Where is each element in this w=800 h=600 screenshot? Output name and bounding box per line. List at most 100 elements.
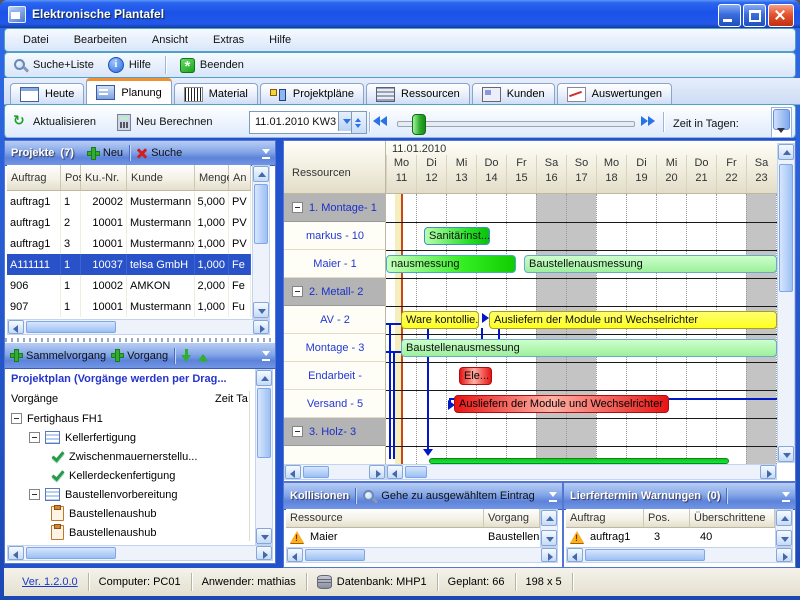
column-header-pos[interactable]: Pos (61, 165, 81, 191)
column-header-ueberschrittene[interactable]: Überschrittene (690, 509, 775, 528)
table-row[interactable]: auftrag1210001Mustermann1,000PV (7, 212, 251, 233)
scroll-down-icon[interactable] (256, 528, 272, 544)
column-header-kunde[interactable]: Kunde (127, 165, 195, 191)
gantt-bar-sanit-rinst[interactable]: Sanitärinst... (424, 227, 490, 245)
scroll-right-icon[interactable] (776, 548, 792, 562)
close-button[interactable] (768, 4, 794, 27)
scrollbar-thumb[interactable] (303, 466, 329, 478)
scroll-right-button[interactable] (641, 116, 655, 126)
column-header-ku-nr[interactable]: Ku.-Nr. (81, 165, 127, 191)
column-header-an[interactable]: An (229, 165, 251, 191)
tab-ressourcen[interactable]: Ressourcen (366, 83, 470, 104)
scroll-left-icon[interactable] (285, 465, 301, 479)
collapse-icon[interactable] (11, 413, 22, 424)
refresh-button[interactable]: Aktualisieren (13, 114, 96, 131)
time-slider[interactable] (397, 121, 635, 127)
tree-item-kellerfertigung[interactable]: Kellerfertigung (9, 428, 249, 447)
scrollbar-thumb[interactable] (257, 388, 271, 458)
scroll-right-icon[interactable] (369, 465, 385, 479)
toolbar-button-hilfe[interactable]: Hilfe (108, 57, 151, 74)
tab-kunden[interactable]: Kunden (472, 83, 555, 104)
scroll-right-icon[interactable] (253, 320, 269, 334)
tab-material[interactable]: Material (174, 83, 258, 104)
warnings-horizontal-scrollbar[interactable] (566, 547, 793, 563)
collapse-icon[interactable] (292, 286, 303, 297)
scroll-up-icon[interactable] (776, 510, 792, 526)
warning-row[interactable]: auftrag1340 (566, 528, 777, 546)
gantt-bar[interactable] (429, 458, 729, 464)
tree-item-baustellenvorbereitung[interactable]: Baustellenvorbereitung (9, 485, 249, 504)
resource-row[interactable] (284, 446, 386, 464)
status-version[interactable]: Ver. 1.2.0.0 (12, 573, 89, 591)
tree-item-zwischenmauernerstellu[interactable]: Zwischenmauernerstellu... (9, 447, 249, 466)
column-header-ressource[interactable]: Ressource (286, 509, 484, 528)
column-header-auftrag[interactable]: Auftrag (7, 165, 61, 191)
collapse-icon[interactable] (292, 202, 303, 213)
column-header-menge[interactable]: Menge (195, 165, 229, 191)
projects-horizontal-scrollbar[interactable] (7, 319, 270, 335)
resource-group-row[interactable]: 2. Metall- 2 (284, 278, 386, 306)
collapse-icon[interactable] (292, 426, 303, 437)
scroll-left-icon[interactable] (387, 465, 403, 479)
panel-options-chevron[interactable] (259, 348, 272, 362)
tab-heute[interactable]: Heute (10, 83, 84, 104)
plan-horizontal-scrollbar[interactable] (7, 545, 273, 561)
menu-item-datei[interactable]: Datei (23, 32, 49, 49)
goto-entry-button[interactable]: Gehe zu ausgewähltem Eintrag (362, 489, 534, 504)
scroll-up-icon[interactable] (256, 370, 272, 386)
tab-planung[interactable]: Planung (86, 78, 171, 104)
move-down-icon[interactable] (181, 349, 192, 362)
resource-row[interactable]: Montage - 3 (284, 334, 386, 362)
panel-options-chevron[interactable] (779, 489, 792, 503)
resource-row[interactable]: AV - 2 (284, 306, 386, 334)
collapse-icon[interactable] (29, 489, 40, 500)
panel-options-chevron[interactable] (259, 146, 272, 160)
projects-vertical-scrollbar[interactable] (252, 165, 270, 319)
table-row[interactable]: 906110002AMKON2,000Fe (7, 275, 251, 296)
recalculate-button[interactable]: Neu Berechnen (117, 114, 212, 131)
scroll-left-icon[interactable] (8, 320, 24, 334)
date-combobox[interactable]: 11.01.2010 KW3 (249, 111, 356, 134)
menu-item-ansicht[interactable]: Ansicht (152, 32, 188, 49)
panel-splitter[interactable] (5, 338, 273, 342)
scroll-down-icon[interactable] (253, 302, 269, 318)
gantt-bar-ausliefern-der-module-und-wechselrichter[interactable]: Ausliefern der Module und Wechselrichter (489, 311, 777, 329)
column-header-vorgang[interactable]: Vorgang (484, 509, 540, 528)
tab-projektpl-ne[interactable]: Projektpläne (260, 83, 364, 104)
scroll-left-button[interactable] (373, 116, 387, 126)
table-row[interactable]: auftrag1310001Mustermannx1,000PV (7, 233, 251, 254)
resource-row[interactable]: Endarbeit - (284, 362, 386, 390)
scrollbar-thumb[interactable] (779, 164, 793, 292)
scrollbar-thumb[interactable] (26, 547, 116, 559)
scroll-left-icon[interactable] (8, 546, 24, 560)
warnings-vertical-scrollbar[interactable] (775, 509, 793, 547)
resource-row[interactable]: Maier - 1 (284, 250, 386, 278)
time-slider-handle[interactable] (412, 114, 426, 135)
scrollbar-thumb[interactable] (405, 466, 427, 478)
collision-row[interactable]: MaierBaustellena (286, 528, 540, 546)
gantt-bar-ausliefern-der-module-und-wechselrichter[interactable]: Ausliefern der Module und Wechselrichter (454, 395, 669, 413)
gantt-bar-nausmessung[interactable]: nausmessung (386, 255, 516, 273)
menu-item-bearbeiten[interactable]: Bearbeiten (74, 32, 127, 49)
scroll-right-icon[interactable] (760, 465, 776, 479)
column-header-pos[interactable]: Pos. (644, 509, 690, 528)
resources-horizontal-scrollbar[interactable] (284, 464, 386, 480)
collisions-horizontal-scrollbar[interactable] (286, 547, 558, 563)
scrollbar-thumb[interactable] (585, 549, 705, 561)
search-projects-button[interactable]: Suche (136, 147, 182, 159)
menu-item-hilfe[interactable]: Hilfe (269, 32, 291, 49)
tree-item-baustellenaushub[interactable]: Baustellenaushub (9, 504, 249, 523)
scroll-down-icon[interactable] (778, 446, 794, 462)
panel-options-chevron[interactable] (546, 489, 559, 503)
maximize-button[interactable] (743, 4, 766, 27)
gantt-horizontal-scrollbar[interactable] (386, 464, 777, 480)
gantt-bar-ware-kontollie[interactable]: Ware kontollie... (401, 311, 479, 329)
tree-item-fertighaus-fh1[interactable]: Fertighaus FH1 (9, 409, 249, 428)
scroll-right-icon[interactable] (541, 548, 557, 562)
resource-row[interactable]: Versand - 5 (284, 390, 386, 418)
table-row[interactable]: auftrag1120002Mustermann5,000PV (7, 191, 251, 212)
collapse-icon[interactable] (29, 432, 40, 443)
resource-group-row[interactable]: 3. Holz- 3 (284, 418, 386, 446)
scroll-left-icon[interactable] (287, 548, 303, 562)
scroll-down-icon[interactable] (776, 530, 792, 546)
